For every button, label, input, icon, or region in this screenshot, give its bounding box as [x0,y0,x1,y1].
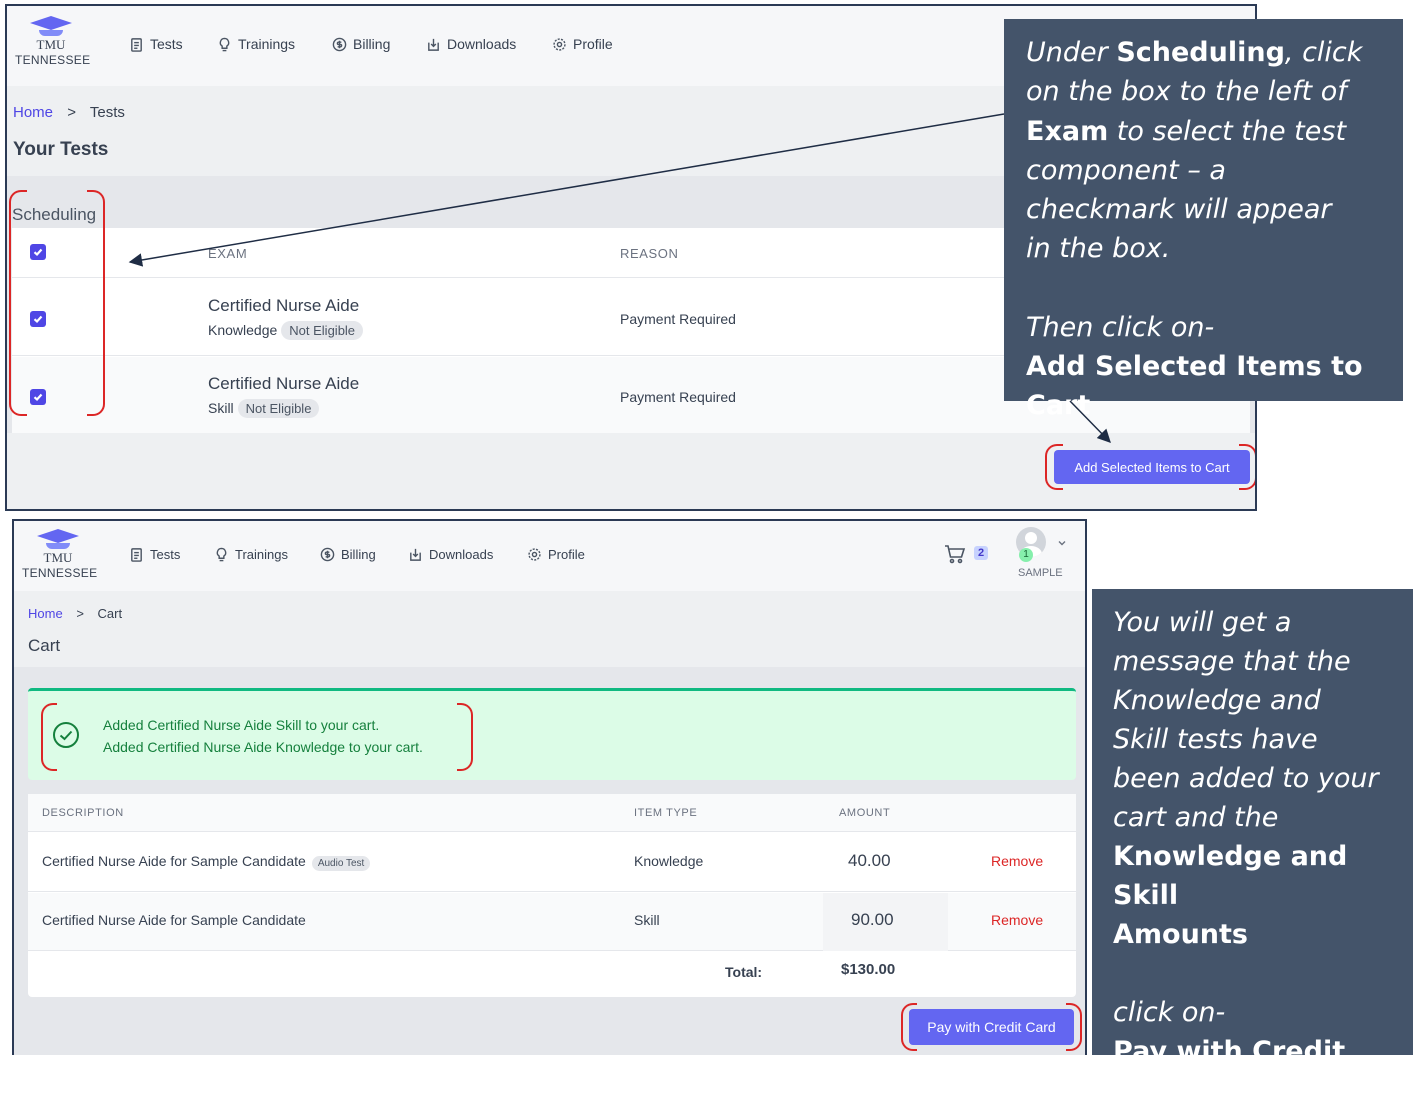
highlight-bracket [901,1003,917,1051]
nav-trainings[interactable]: Trainings [214,547,288,562]
header-description: DESCRIPTION [42,807,124,819]
breadcrumb: Home > Cart [28,606,122,621]
item-type: Skill [634,912,660,928]
breadcrumb-separator: > [67,104,76,121]
alert-line: Added Certified Nurse Aide Knowledge to … [103,739,423,755]
breadcrumb-current: Tests [89,104,125,121]
row-checkbox[interactable] [30,311,46,327]
audio-test-tag: Audio Test [311,856,371,871]
success-alert: Added Certified Nurse Aide Skill to your… [28,688,1076,780]
user-name: SAMPLE [1018,567,1063,579]
download-icon [428,38,439,51]
header-amount: AMOUNT [839,807,891,819]
exam-title: Certified Nurse Aide [208,296,360,315]
notification-badge: 1 [1019,548,1033,562]
nav-profile[interactable]: Profile [527,547,585,562]
lightbulb-icon [216,547,227,562]
nav-downloads[interactable]: Downloads [408,547,493,562]
pay-with-credit-card-button[interactable]: Pay with Credit Card [909,1009,1074,1045]
highlight-bracket [9,190,27,416]
page-title: Your Tests [13,139,109,160]
cart-table: DESCRIPTION ITEM TYPE AMOUNT Certified N… [28,794,1076,997]
highlight-bracket [457,703,473,771]
item-amount: 40.00 [848,851,891,870]
check-icon [33,315,43,324]
breadcrumb-home[interactable]: Home [13,104,53,121]
row-checkbox[interactable] [30,389,46,405]
nav-profile[interactable]: Profile [552,36,613,52]
highlight-bracket [1066,1003,1082,1051]
exam-title: Certified Nurse Aide [208,374,360,393]
item-type: Knowledge [634,853,704,869]
alert-line: Added Certified Nurse Aide Skill to your… [103,717,380,733]
dollar-circle-icon [320,547,335,562]
remove-link[interactable]: Remove [991,912,1043,928]
select-all-checkbox[interactable] [30,244,46,260]
status-badge: Not Eligible [281,321,364,340]
nav-tests[interactable]: Tests [129,547,180,562]
total-value: $130.00 [841,961,896,978]
nav-tests[interactable]: Tests [129,36,183,52]
chevron-down-icon[interactable] [1056,537,1068,549]
cart-icon [945,545,966,564]
tmu-logo[interactable]: TMU TENNESSEE [22,529,97,580]
dollar-circle-icon [332,37,347,51]
download-icon [410,548,421,561]
table-header [28,794,1076,832]
highlight-bracket [87,190,105,416]
graduation-cap-icon [30,16,72,30]
add-to-cart-button[interactable]: Add Selected Items to Cart [1054,450,1250,484]
item-amount: 90.00 [851,910,894,929]
breadcrumb-current: Cart [97,606,123,621]
header-reason: REASON [620,246,679,261]
clipboard-icon [131,548,142,562]
breadcrumb: Home > Tests [13,104,125,121]
breadcrumb-separator: > [76,606,84,621]
breadcrumb-home[interactable]: Home [28,606,63,621]
nav-trainings[interactable]: Trainings [217,36,295,52]
reason-text: Payment Required [620,311,736,327]
nav-billing[interactable]: Billing [320,547,376,562]
item-description: Certified Nurse Aide for Sample Candidat… [42,912,306,928]
instruction-callout-bottom: You will get a message that the Knowledg… [1092,589,1413,1106]
highlight-bracket [1239,444,1255,490]
remove-link[interactable]: Remove [991,853,1043,869]
instruction-callout-top: Under Scheduling, click on the box to th… [1004,19,1403,421]
nav-downloads[interactable]: Downloads [426,36,516,52]
page-title: Cart [28,636,61,655]
gear-icon [528,548,541,561]
gear-icon [553,37,566,51]
cart-button[interactable]: 2 [944,543,989,570]
highlight-bracket [41,703,57,771]
cart-count-badge: 2 [974,546,989,560]
exam-type: Knowledge Not Eligible [208,321,364,340]
status-badge: Not Eligible [237,399,320,418]
lightbulb-icon [219,37,230,51]
check-icon [33,248,43,257]
header-exam: EXAM [208,246,248,261]
tmu-logo[interactable]: TMU TENNESSEE [15,16,90,67]
item-description: Certified Nurse Aide for Sample Candidat… [42,853,371,871]
highlight-bracket [1045,444,1063,490]
check-icon [33,393,43,402]
total-label: Total: [725,964,763,980]
top-navbar: TMU TENNESSEE Tests Trainings Billing Do… [14,521,1085,591]
reason-text: Payment Required [620,389,736,405]
exam-type: Skill Not Eligible [208,399,320,418]
table-row: Certified Nurse Aide for Sample Candidat… [28,893,1076,951]
nav-billing[interactable]: Billing [332,36,390,52]
cart-screenshot: TMU TENNESSEE Tests Trainings Billing Do… [12,519,1087,1055]
header-item-type: ITEM TYPE [634,807,698,819]
table-row: Certified Nurse Aide for Sample Candidat… [28,832,1076,892]
graduation-cap-icon [37,529,79,543]
clipboard-icon [131,37,142,52]
